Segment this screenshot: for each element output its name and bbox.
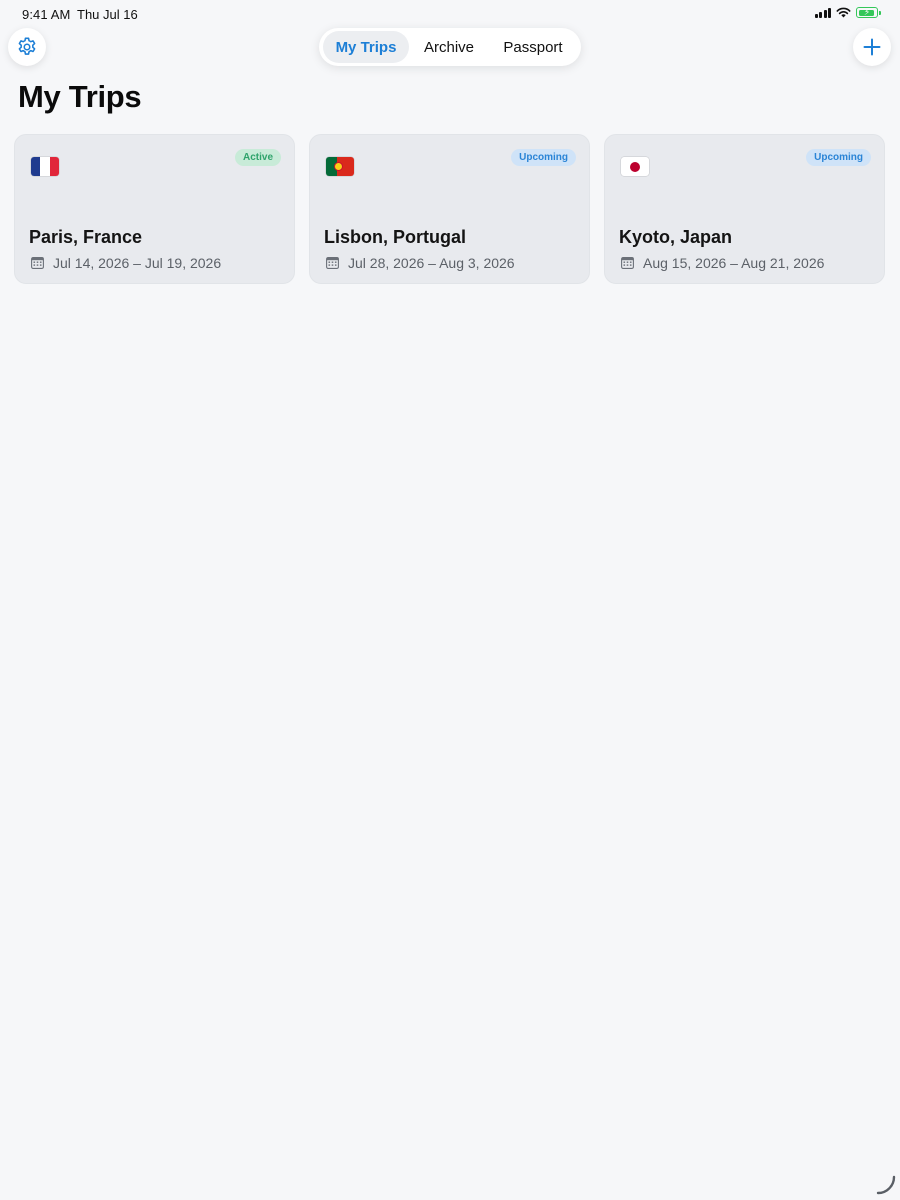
trip-dates: Jul 14, 2026 – Jul 19, 2026 [53, 255, 222, 271]
trip-city: Paris, France [29, 227, 143, 247]
status-badge: Upcoming [806, 149, 871, 166]
corner-indicator-icon [876, 1175, 896, 1195]
trip-dates-row: Jul 28, 2026 – Aug 3, 2026 [326, 255, 515, 271]
trip-dates: Aug 15, 2026 – Aug 21, 2026 [643, 255, 825, 271]
trip-city: Kyoto, Japan [619, 227, 733, 247]
japan-flag-icon [621, 157, 649, 176]
tab-passport[interactable]: Passport [489, 31, 577, 63]
status-bar: 9:41 AM Thu Jul 16 ⚡ [0, 0, 900, 28]
trip-dates-row: Jul 14, 2026 – Jul 19, 2026 [31, 255, 221, 271]
status-icons: ⚡ [814, 7, 881, 18]
trip-card-kyoto[interactable]: Upcoming Kyoto, Japan Aug 15, 2026 – Aug… [604, 134, 885, 284]
calendar-icon [31, 257, 44, 269]
status-time: 9:41 AM [22, 7, 71, 22]
tab-archive[interactable]: Archive [409, 31, 489, 63]
status-badge: Upcoming [511, 149, 576, 166]
trip-city: Lisbon, Portugal [324, 227, 466, 247]
wifi-icon [836, 7, 851, 18]
calendar-icon [326, 257, 339, 269]
trip-card-paris[interactable]: Active Paris, France Jul 14, 2026 – Jul … [14, 134, 295, 284]
status-date: Thu Jul 16 [77, 7, 138, 22]
trip-dates: Jul 28, 2026 – Aug 3, 2026 [348, 255, 515, 271]
status-badge: Active [234, 149, 281, 166]
gear-icon [18, 37, 36, 55]
page-title: My Trips [18, 79, 142, 114]
signal-icon [814, 7, 831, 18]
portugal-flag-icon [326, 157, 354, 176]
trip-dates-row: Aug 15, 2026 – Aug 21, 2026 [621, 255, 824, 271]
calendar-icon [621, 257, 634, 269]
trip-card-lisbon[interactable]: Upcoming Lisbon, Portugal Jul 28, 2026 –… [309, 134, 590, 284]
segmented-control: My Trips Archive Passport [319, 28, 581, 66]
trip-list: Active Paris, France Jul 14, 2026 – Jul … [14, 134, 885, 284]
france-flag-icon [31, 157, 59, 176]
battery-charging-icon: ⚡ [856, 7, 881, 18]
settings-button[interactable] [8, 28, 46, 66]
plus-icon [863, 38, 881, 56]
add-trip-button[interactable] [853, 28, 891, 66]
tab-my-trips[interactable]: My Trips [323, 31, 409, 63]
